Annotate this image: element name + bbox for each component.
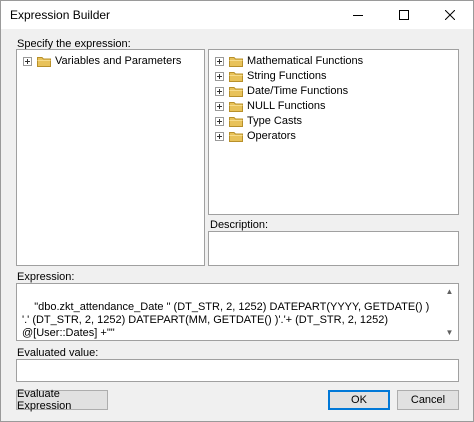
tree-item-null-functions[interactable]: NULL Functions: [215, 99, 325, 113]
folder-icon: [229, 56, 243, 67]
ok-label: OK: [351, 394, 367, 406]
tree-item-label: Variables and Parameters: [55, 55, 182, 67]
tree-item-label: Mathematical Functions: [247, 55, 364, 67]
folder-icon: [229, 116, 243, 127]
folder-icon: [229, 131, 243, 142]
expand-icon[interactable]: [215, 86, 224, 96]
expression-text: "dbo.zkt_attendance_Date " (DT_STR, 2, 1…: [22, 301, 433, 339]
expression-label: Expression:: [17, 271, 75, 283]
tree-item-label: Date/Time Functions: [247, 85, 349, 97]
evaluate-expression-button[interactable]: Evaluate Expression: [16, 388, 108, 412]
tree-item-operators[interactable]: Operators: [215, 129, 296, 143]
minimize-icon: [353, 14, 363, 16]
cancel-label: Cancel: [410, 394, 446, 406]
folder-icon: [229, 86, 243, 97]
window-title: Expression Builder: [10, 8, 111, 22]
tree-item-type-casts[interactable]: Type Casts: [215, 114, 302, 128]
tree-item-label: String Functions: [247, 70, 327, 82]
expand-icon[interactable]: [215, 71, 224, 81]
functions-tree[interactable]: Mathematical Functions String Functions …: [208, 49, 459, 215]
evaluate-expression-label: Evaluate Expression: [17, 388, 72, 412]
tree-item-date-time-functions[interactable]: Date/Time Functions: [215, 84, 348, 98]
folder-icon: [229, 71, 243, 82]
scroll-up-icon[interactable]: ▲: [442, 285, 457, 298]
tree-item-label: Type Casts: [247, 115, 303, 127]
maximize-icon: [399, 10, 409, 20]
expand-icon[interactable]: [215, 101, 224, 111]
minimize-button[interactable]: [335, 1, 381, 29]
expand-icon[interactable]: [215, 116, 224, 126]
folder-icon: [229, 101, 243, 112]
evaluated-value-label: Evaluated value:: [17, 347, 99, 359]
ok-button[interactable]: OK: [328, 390, 390, 410]
expression-builder-window: Expression Builder Specify the expressio…: [0, 0, 474, 422]
evaluated-value-box: [16, 359, 459, 382]
close-button[interactable]: [427, 1, 473, 29]
expand-icon[interactable]: [215, 131, 224, 141]
cancel-button[interactable]: Cancel: [397, 390, 459, 410]
tree-item-string-functions[interactable]: String Functions: [215, 69, 326, 83]
title-bar: Expression Builder: [1, 1, 473, 29]
description-box: [208, 231, 459, 266]
description-label: Description:: [210, 219, 269, 231]
tree-item-variables[interactable]: Variables and Parameters: [23, 54, 181, 68]
expression-input[interactable]: "dbo.zkt_attendance_Date " (DT_STR, 2, 1…: [16, 283, 459, 341]
tree-item-mathematical-functions[interactable]: Mathematical Functions: [215, 54, 363, 68]
folder-icon: [37, 56, 51, 67]
expand-icon[interactable]: [215, 56, 224, 66]
tree-item-label: Operators: [247, 130, 296, 142]
tree-item-label: NULL Functions: [247, 100, 326, 112]
expand-icon[interactable]: [23, 56, 32, 66]
variables-tree[interactable]: Variables and Parameters: [16, 49, 205, 266]
close-icon: [445, 10, 455, 20]
scroll-down-icon[interactable]: ▼: [442, 326, 457, 339]
maximize-button[interactable]: [381, 1, 427, 29]
